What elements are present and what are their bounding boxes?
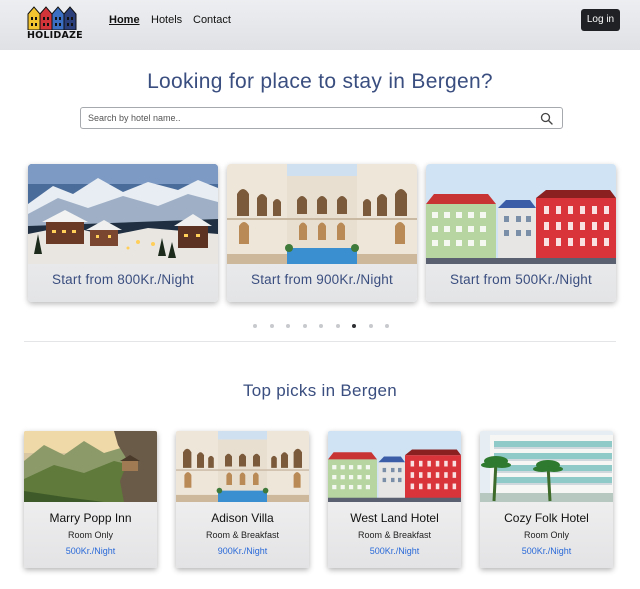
carousel-dot[interactable] (253, 324, 257, 328)
navbar: HOLIDAZE Home Hotels Contact Log in (0, 0, 640, 50)
search-field[interactable]: Search by hotel name.. (80, 107, 563, 129)
hotel-courtyard-pool-image (227, 164, 417, 264)
nav-link-hotels[interactable]: Hotels (151, 14, 182, 26)
hotel-card[interactable]: Marry Popp Inn Room Only 500Kr./Night (24, 431, 157, 568)
hotel-name: West Land Hotel (350, 511, 439, 525)
carousel-dot[interactable] (302, 324, 307, 328)
carousel-dot[interactable] (385, 324, 389, 328)
slide-price: Start from 900Kr./Night (251, 272, 393, 287)
palm-hotel-balconies-image (480, 431, 613, 502)
search-input[interactable]: Search by hotel name.. (88, 113, 181, 123)
search-icon[interactable] (540, 112, 553, 125)
hotel-board: Room Only (67, 530, 113, 540)
nav-link-contact[interactable]: Contact (193, 14, 231, 26)
hotel-courtyard-pool-image (176, 431, 309, 502)
hotel-card[interactable]: West Land Hotel Room & Breakfast 500Kr./… (328, 431, 461, 568)
carousel-dot[interactable] (269, 324, 274, 328)
brand-logo[interactable]: HOLIDAZE (27, 4, 83, 41)
hotel-price[interactable]: 500Kr./Night (24, 546, 157, 556)
houses-logo-icon (27, 6, 77, 31)
cliff-mountain-lodge-image (24, 431, 157, 502)
brand-name: HOLIDAZE (27, 30, 83, 41)
hotel-board: Room & Breakfast (357, 530, 432, 540)
carousel-dot[interactable] (335, 324, 340, 328)
slide-price: Start from 500Kr./Night (450, 272, 592, 287)
hotel-card[interactable]: Adison Villa Room & Breakfast 900Kr./Nig… (176, 431, 309, 568)
nav-link-home[interactable]: Home (109, 14, 140, 26)
slide-price: Start from 800Kr./Night (52, 272, 194, 287)
top-picks-title: Top picks in Bergen (242, 381, 398, 400)
carousel-dot[interactable] (368, 324, 373, 328)
hotel-board: Room & Breakfast (205, 530, 280, 540)
snowy-mountain-village-image (28, 164, 218, 264)
colorful-hotel-facades-image (328, 431, 461, 502)
hotel-card[interactable]: Cozy Folk Hotel Room Only 500Kr./Night (480, 431, 613, 568)
login-button[interactable]: Log in (581, 9, 620, 31)
carousel-dot[interactable] (286, 324, 290, 328)
hotel-name: Cozy Folk Hotel (504, 511, 589, 525)
carousel-slide[interactable]: Start from 500Kr./Night (426, 164, 616, 302)
carousel-dot-active[interactable] (352, 324, 356, 328)
carousel-dot[interactable] (319, 324, 323, 328)
hotel-price[interactable]: 500Kr./Night (328, 546, 461, 556)
hotel-price[interactable]: 500Kr./Night (480, 546, 613, 556)
carousel-slide[interactable]: Start from 800Kr./Night (28, 164, 218, 302)
colorful-hotel-facades-image (426, 164, 616, 264)
hero-title: Looking for place to stay in Bergen? (147, 70, 493, 93)
hotel-price[interactable]: 900Kr./Night (176, 546, 309, 556)
carousel-slide[interactable]: Start from 900Kr./Night (227, 164, 417, 302)
hotel-name: Marry Popp Inn (49, 511, 132, 525)
hotel-board: Room Only (523, 530, 569, 540)
hotel-name: Adison Villa (211, 511, 274, 525)
section-divider (24, 341, 616, 342)
